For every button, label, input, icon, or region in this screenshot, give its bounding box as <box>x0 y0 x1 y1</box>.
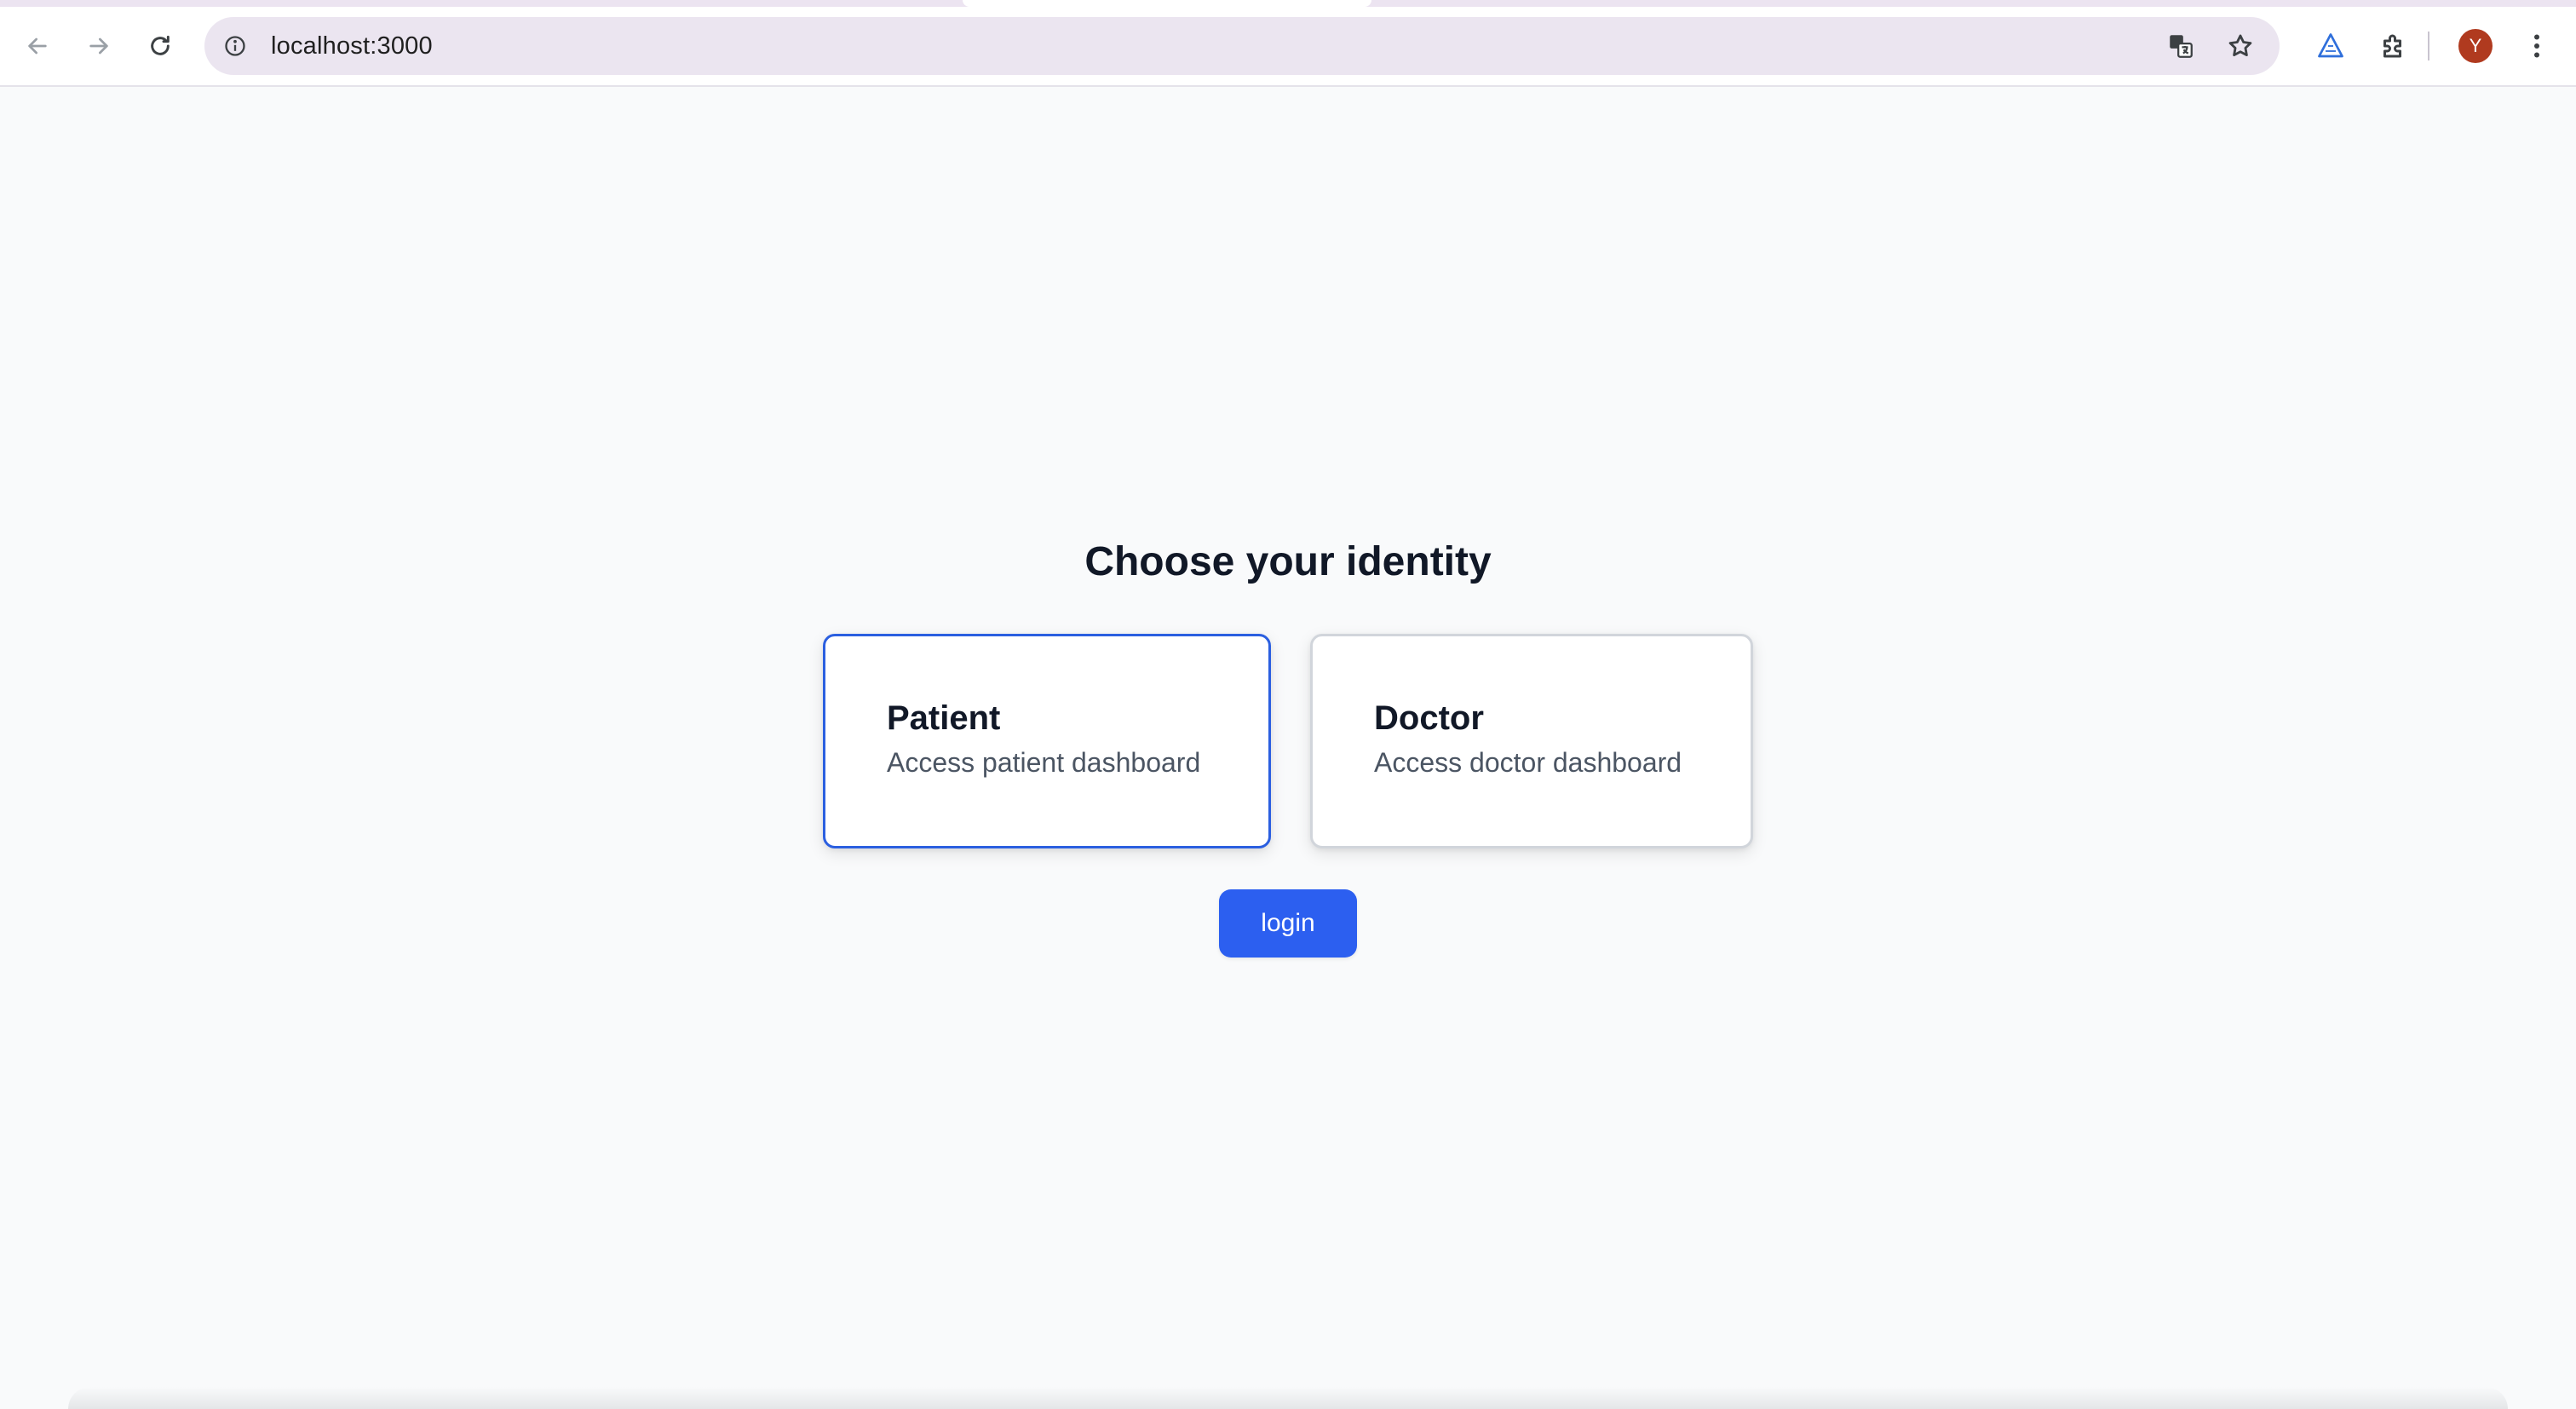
card-title: Doctor <box>1374 699 1484 737</box>
extensions-puzzle-icon[interactable] <box>2373 26 2414 66</box>
page-content: Choose your identity Patient Access pati… <box>0 87 2576 1409</box>
back-icon[interactable] <box>17 26 58 66</box>
card-description: Access doctor dashboard <box>1374 747 1682 778</box>
avatar: Y <box>2458 29 2493 63</box>
toolbar-separator <box>2428 32 2429 60</box>
more-menu-icon[interactable] <box>2516 26 2557 66</box>
login-button[interactable]: login <box>1219 889 1357 958</box>
card-description: Access patient dashboard <box>887 747 1201 778</box>
toolbar-actions: Y <box>2310 26 2576 66</box>
extension-triangle-icon[interactable] <box>2310 26 2351 66</box>
url-text[interactable]: localhost:3000 <box>271 32 433 60</box>
doctor-card[interactable]: Doctor Access doctor dashboard <box>1310 634 1753 848</box>
bookmark-star-icon[interactable] <box>2220 26 2261 66</box>
address-bar[interactable]: localhost:3000 G <box>204 17 2280 75</box>
profile-avatar[interactable]: Y <box>2455 26 2496 66</box>
site-info-icon[interactable] <box>221 32 249 60</box>
translate-icon[interactable]: G <box>2160 26 2201 66</box>
forward-icon[interactable] <box>78 26 119 66</box>
page-title: Choose your identity <box>1084 539 1492 584</box>
patient-card[interactable]: Patient Access patient dashboard <box>823 634 1271 848</box>
active-tab-edge <box>963 0 1371 7</box>
card-title: Patient <box>887 699 1001 737</box>
reload-icon[interactable] <box>140 26 181 66</box>
bottom-shadow <box>68 1387 2508 1409</box>
browser-toolbar: localhost:3000 G Y <box>0 0 2576 87</box>
